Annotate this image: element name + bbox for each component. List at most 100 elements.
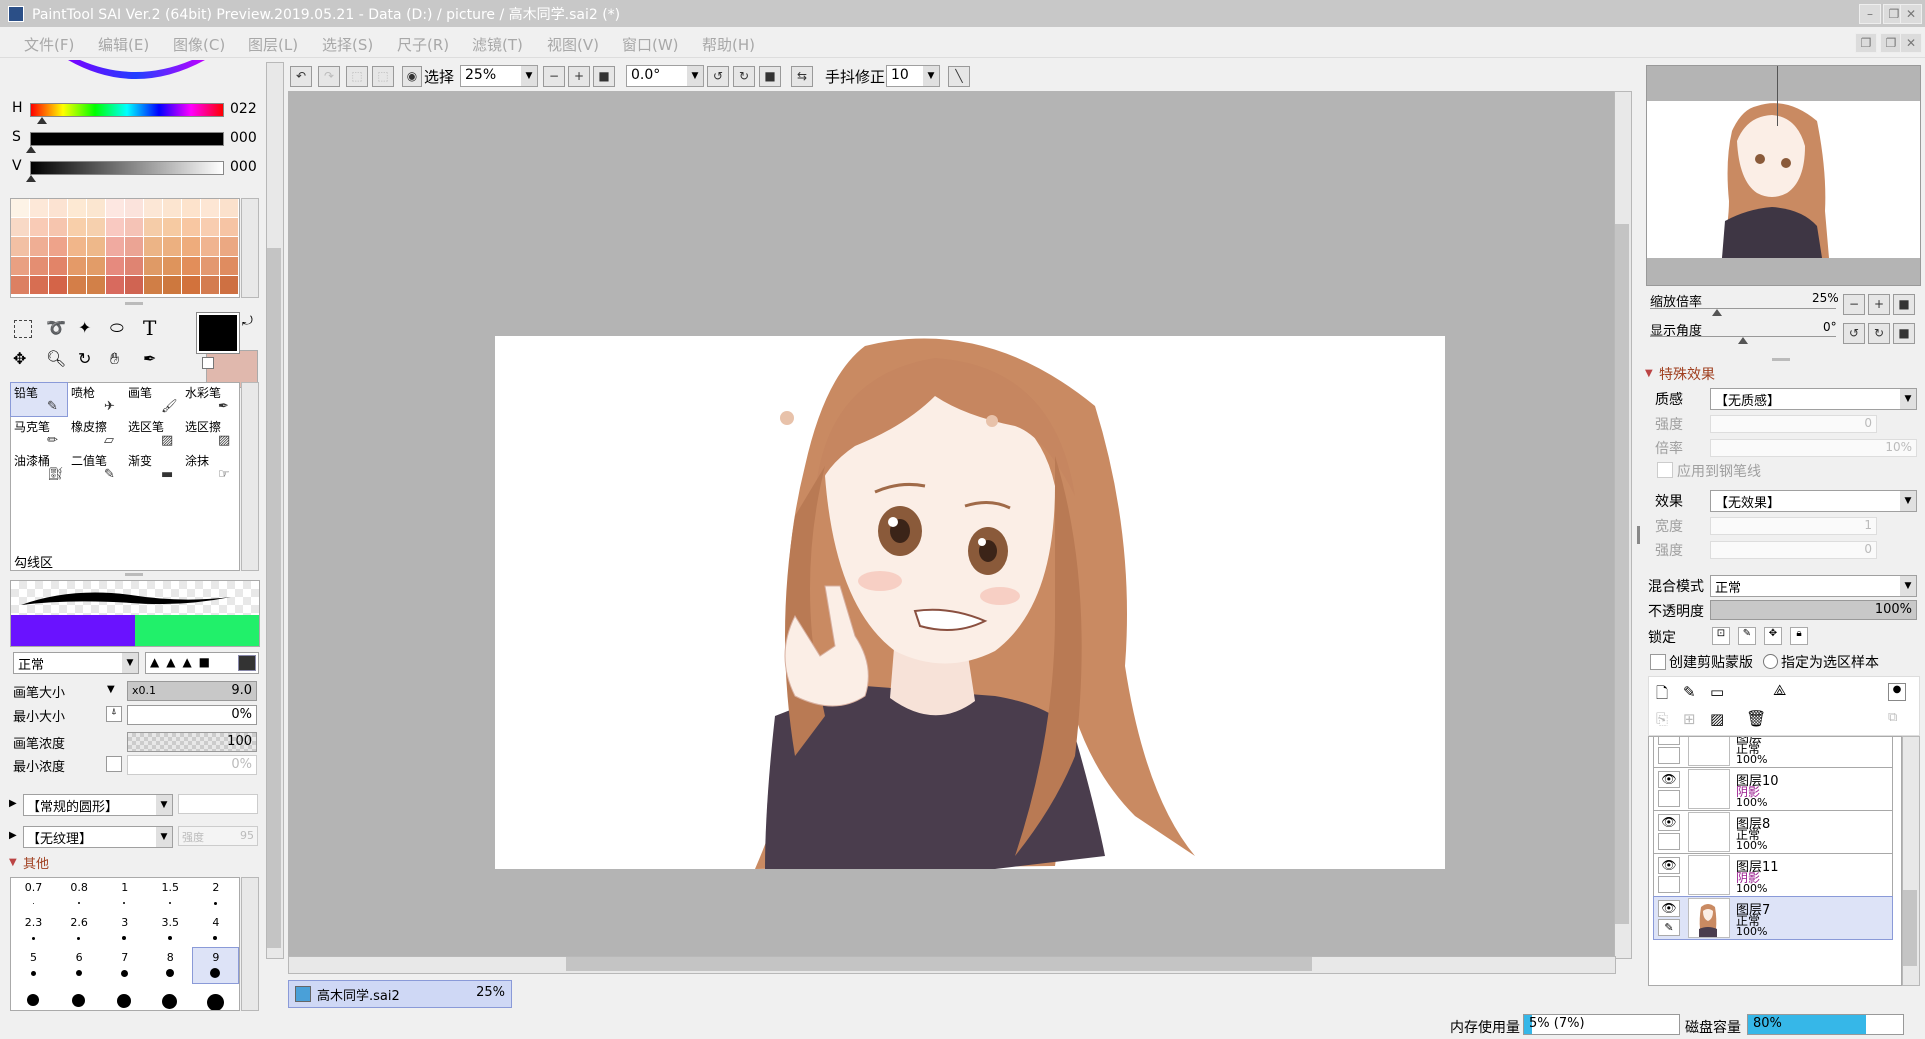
- nav-rotate-reset-icon[interactable]: ■: [1893, 323, 1915, 344]
- nav-rotate-ccw-icon[interactable]: ↺: [1843, 323, 1865, 344]
- layer-row[interactable]: 👁︎ ✎ 图层7 正常 100%: [1653, 896, 1893, 940]
- layer-effect-icon[interactable]: ⟁: [1773, 681, 1786, 699]
- minimize-button[interactable]: –: [1859, 4, 1881, 24]
- tool-gradient[interactable]: 渐变 ▬: [125, 451, 181, 484]
- zoom-select[interactable]: 25% ▼: [460, 65, 538, 87]
- shape-icon[interactable]: ⬭: [110, 318, 124, 338]
- color-swatch[interactable]: [220, 237, 238, 256]
- brush-size-slider[interactable]: x0.1 9.0: [127, 681, 257, 701]
- swatch-grid[interactable]: [10, 198, 240, 298]
- scale-slider[interactable]: 10%: [1710, 439, 1917, 457]
- tool-watercolor[interactable]: 水彩笔 ✒: [182, 383, 238, 416]
- magic-wand-icon[interactable]: ✦: [78, 318, 91, 337]
- color-swatch[interactable]: [182, 237, 200, 256]
- layer-paint-target-icon[interactable]: ✎: [1658, 919, 1680, 936]
- color-swatch[interactable]: [49, 237, 67, 256]
- lasso-icon[interactable]: ➰: [46, 318, 66, 337]
- tool-eraser[interactable]: 橡皮擦 ▱: [68, 417, 124, 450]
- expand-arrow-icon[interactable]: ▶: [9, 798, 17, 809]
- tool-pencil[interactable]: 铅笔 ✎: [10, 382, 68, 417]
- angle-select[interactable]: 0.0° ▼: [626, 65, 704, 87]
- pressure-size-icon[interactable]: ⍋: [106, 706, 122, 722]
- brush-size-preset[interactable]: 2.3: [11, 913, 56, 948]
- brush-size-preset[interactable]: 5: [11, 948, 56, 983]
- move-icon[interactable]: ✥: [13, 349, 26, 368]
- eye-icon[interactable]: ◉: [402, 66, 422, 87]
- color-swatch[interactable]: [163, 256, 181, 275]
- collapse-arrow-icon[interactable]: ▼: [1645, 368, 1653, 379]
- density-slider[interactable]: 100: [127, 732, 257, 752]
- effect-select[interactable]: 【无效果】 ▼: [1710, 490, 1917, 512]
- color-swatch[interactable]: [220, 199, 238, 218]
- color-swatch[interactable]: [68, 237, 86, 256]
- pressure-density-checkbox[interactable]: [106, 756, 122, 772]
- color-swatch[interactable]: [30, 218, 48, 237]
- zoom-icon[interactable]: 🔍︎: [46, 349, 66, 368]
- value-slider[interactable]: [30, 161, 224, 175]
- color-swatch[interactable]: [144, 237, 162, 256]
- menu-image[interactable]: 图像(C): [173, 34, 225, 55]
- stabilizer-select[interactable]: 10 ▼: [886, 65, 940, 87]
- zoom-in-icon[interactable]: +: [568, 66, 590, 87]
- texture-strength[interactable]: 强度 95: [178, 826, 258, 846]
- color-swatch[interactable]: [49, 275, 67, 294]
- brush-size-preset[interactable]: 4: [193, 913, 238, 948]
- layer-visibility-eye-icon[interactable]: 👁︎: [1658, 900, 1680, 917]
- tool-selerase[interactable]: 选区擦 ▨: [182, 417, 238, 450]
- layer-row[interactable]: 👁︎ 图层11 阴影 100%: [1653, 853, 1893, 897]
- color-swatch[interactable]: [220, 275, 238, 294]
- brush-size-preset[interactable]: 7: [102, 948, 147, 983]
- merge-down-icon[interactable]: ⧉: [1888, 710, 1897, 725]
- color-swatch[interactable]: [125, 218, 143, 237]
- lock-transparency-icon[interactable]: ⊡: [1712, 627, 1730, 645]
- color-swatch[interactable]: [125, 199, 143, 218]
- brush-size-preset[interactable]: 1.5: [148, 878, 193, 913]
- menu-select[interactable]: 选择(S): [322, 34, 373, 55]
- brush-mode-select[interactable]: 正常 ▼: [13, 652, 139, 674]
- color-swatch[interactable]: [106, 218, 124, 237]
- color-swatch[interactable]: [30, 256, 48, 275]
- brush-size-preset[interactable]: 1: [102, 878, 147, 913]
- apply-to-pen-checkbox[interactable]: [1657, 462, 1673, 478]
- min-density-slider[interactable]: 0%: [127, 755, 257, 775]
- color-swatch[interactable]: [49, 218, 67, 237]
- color-swatch[interactable]: [106, 275, 124, 294]
- color-swatch[interactable]: [68, 256, 86, 275]
- shape-strength[interactable]: [178, 794, 258, 814]
- transparent-color-icon[interactable]: [202, 357, 214, 369]
- layer-link-checkbox[interactable]: [1658, 833, 1680, 850]
- hue-slider[interactable]: [30, 103, 224, 117]
- color-swatch[interactable]: [106, 256, 124, 275]
- color-swatch[interactable]: [87, 218, 105, 237]
- color-swatch[interactable]: [49, 199, 67, 218]
- swap-colors-icon[interactable]: ⤾: [242, 314, 253, 329]
- menu-file[interactable]: 文件(F): [24, 34, 74, 55]
- tool-airbrush[interactable]: 喷枪 ✈: [68, 383, 124, 416]
- brush-size-preset[interactable]: 2.6: [57, 913, 102, 948]
- doc-maximize-button[interactable]: ❐: [1880, 33, 1902, 53]
- color-swatch[interactable]: [30, 199, 48, 218]
- color-swatch[interactable]: [182, 218, 200, 237]
- nav-zoom-out-icon[interactable]: −: [1843, 294, 1865, 315]
- navigator-preview[interactable]: [1646, 65, 1921, 286]
- color-swatch[interactable]: [30, 275, 48, 294]
- layer-link-checkbox[interactable]: [1658, 876, 1680, 893]
- eyedropper-icon[interactable]: ✒: [143, 349, 156, 368]
- new-folder-icon[interactable]: ▭: [1710, 683, 1724, 701]
- color-swatch[interactable]: [68, 199, 86, 218]
- color-swatch[interactable]: [182, 199, 200, 218]
- document-tab[interactable]: 高木同学.sai2 25%: [288, 980, 512, 1008]
- deselect-icon[interactable]: ⬚: [346, 66, 368, 87]
- opacity-slider[interactable]: 100%: [1710, 600, 1917, 620]
- nav-zoom-slider[interactable]: [1650, 308, 1836, 309]
- color-swatch[interactable]: [144, 256, 162, 275]
- texture-select[interactable]: 【无纹理】 ▼: [23, 826, 173, 848]
- color-wheel[interactable]: [10, 58, 260, 92]
- color-swatch[interactable]: [106, 237, 124, 256]
- color-swatch[interactable]: [182, 256, 200, 275]
- brush-shape-select[interactable]: 【常规的圆形】 ▼: [23, 794, 173, 816]
- brush-size-preset[interactable]: 3.5: [148, 913, 193, 948]
- min-size-slider[interactable]: 0%: [127, 705, 257, 725]
- clear-layer-icon[interactable]: ▨: [1710, 710, 1724, 728]
- invert-select-icon[interactable]: ⬚: [372, 66, 394, 87]
